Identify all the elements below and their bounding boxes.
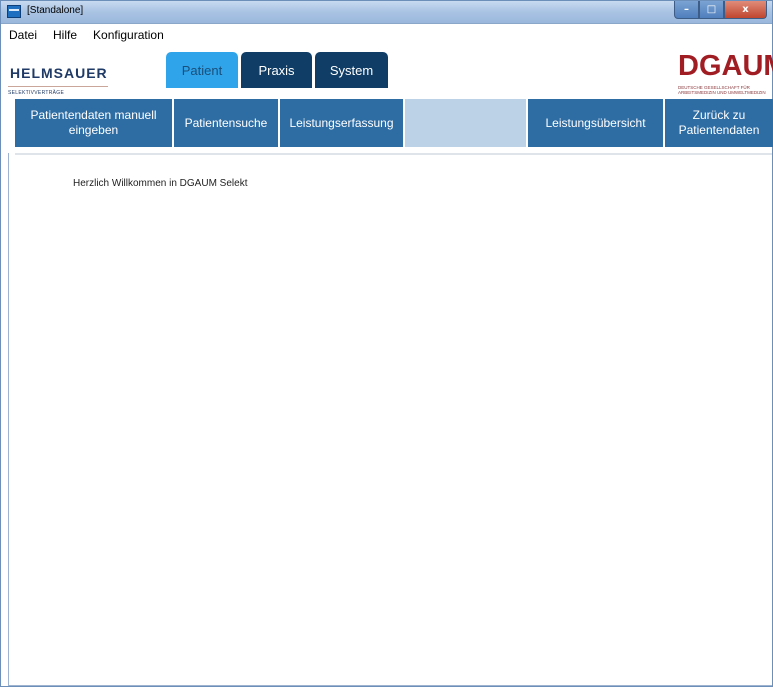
app-window: [Standalone] – □ x Datei Hilfe Konfigura…	[0, 0, 773, 687]
empty-toolbar-slot	[405, 99, 526, 147]
menu-konfiguration[interactable]: Konfiguration	[91, 26, 166, 46]
service-entry-button[interactable]: Leistungserfassung	[280, 99, 403, 147]
main-tabs: Patient Praxis System	[166, 52, 388, 88]
app-icon	[7, 5, 21, 18]
toolbar-divider	[15, 153, 772, 155]
title-bar[interactable]: [Standalone] – □ x	[1, 1, 772, 24]
service-overview-button[interactable]: Leistungsübersicht	[528, 99, 663, 147]
helmsauer-wordmark: HELMSAUER	[10, 65, 108, 81]
tab-system[interactable]: System	[315, 52, 388, 88]
tab-praxis[interactable]: Praxis	[241, 52, 312, 88]
patient-toolbar: Patientendaten manuell eingeben Patiente…	[15, 99, 773, 147]
window-controls: – □ x	[674, 1, 767, 19]
welcome-message: Herzlich Willkommen in DGAUM Selekt	[73, 178, 248, 189]
content-border-bottom	[8, 685, 772, 686]
back-to-patient-data-button[interactable]: Zurück zu Patientendaten	[665, 99, 773, 147]
window-title: [Standalone]	[27, 5, 84, 16]
minimize-button[interactable]: –	[674, 1, 699, 19]
menu-bar: Datei Hilfe Konfiguration	[7, 26, 166, 46]
dgaum-wordmark: DGAUM	[678, 50, 773, 82]
logo-divider	[8, 86, 108, 87]
maximize-button[interactable]: □	[699, 1, 724, 19]
helmsauer-logo: HELMSAUER SELEKTIVVERTRÄGE	[8, 56, 128, 96]
manual-entry-button[interactable]: Patientendaten manuell eingeben	[15, 99, 172, 147]
dgaum-logo: DGAUM DEUTSCHE GESELLSCHAFT FÜR ARBEITSM…	[676, 50, 773, 98]
close-button[interactable]: x	[724, 1, 767, 19]
dgaum-subtitle: DEUTSCHE GESELLSCHAFT FÜR ARBEITSMEDIZIN…	[678, 85, 766, 95]
content-border-left	[8, 153, 9, 686]
menu-datei[interactable]: Datei	[7, 26, 39, 46]
tab-patient[interactable]: Patient	[166, 52, 238, 88]
menu-hilfe[interactable]: Hilfe	[51, 26, 79, 46]
patient-search-button[interactable]: Patientensuche	[174, 99, 278, 147]
helmsauer-tagline: SELEKTIVVERTRÄGE	[8, 90, 65, 96]
